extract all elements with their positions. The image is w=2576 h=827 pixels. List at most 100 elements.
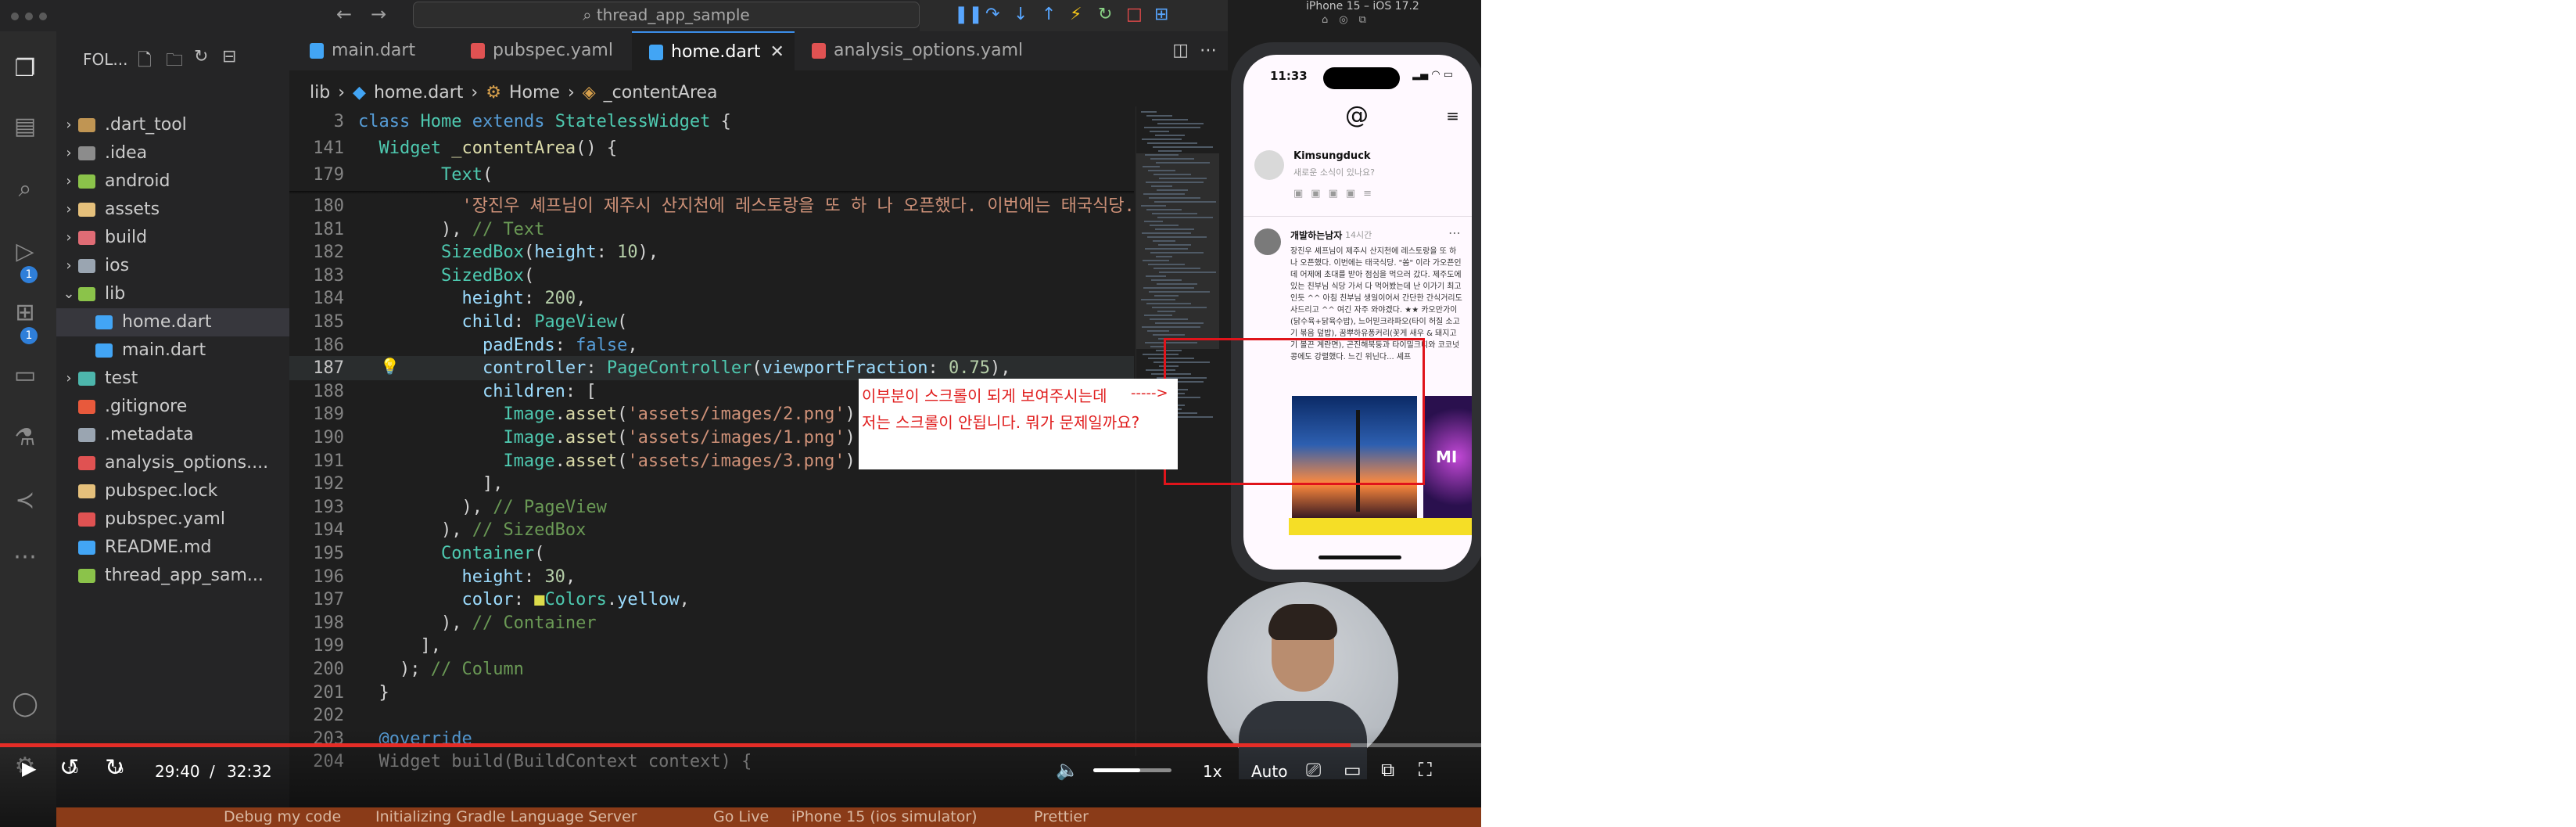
close-icon[interactable]: ✕ (770, 42, 784, 62)
chevron-right-icon[interactable]: › (61, 252, 77, 280)
pause-icon[interactable]: ❚❚ (954, 5, 983, 24)
code-line[interactable]: 192 ], (289, 472, 1134, 496)
chevron-right-icon[interactable]: › (61, 139, 77, 167)
theater-mode-icon[interactable]: ▭ (1344, 759, 1362, 781)
tree-file[interactable]: thread_app_sam... (56, 562, 289, 590)
menu-icon[interactable]: ≡ (1446, 106, 1459, 125)
new-folder-icon[interactable]: 🗀 (166, 47, 183, 77)
run-debug-icon[interactable]: ▷ (8, 235, 42, 269)
play-icon[interactable]: ▶ (22, 757, 36, 779)
code-line[interactable]: 197 color: ■Colors.yellow, (289, 588, 1134, 612)
tree-folder[interactable]: › .dart_tool (56, 111, 289, 139)
tree-folder[interactable]: › assets (56, 196, 289, 224)
simulator-toolbar-icons[interactable]: ⌂◎⧉ (1322, 14, 1377, 26)
command-center-search[interactable]: ⌕ thread_app_sample (413, 2, 920, 28)
fullscreen-icon[interactable]: ⛶ (1419, 759, 1432, 781)
tree-folder[interactable]: › android (56, 167, 289, 196)
window-minimize-button[interactable] (25, 13, 33, 20)
code-line[interactable]: 182 SizedBox(height: 10), (289, 240, 1134, 264)
breadcrumb-item[interactable]: Home (509, 83, 560, 102)
search-icon[interactable]: ⌕ (8, 172, 42, 207)
tree-folder[interactable]: › test (56, 365, 289, 393)
editor-tab[interactable]: home.dart ✕ (632, 31, 795, 72)
chevron-right-icon[interactable]: › (61, 365, 77, 393)
volume-icon[interactable]: 🔈 (1056, 759, 1079, 781)
chevron-right-icon[interactable]: › (61, 111, 77, 139)
code-line[interactable]: 180 '장진우 셰프님이 제주시 산지천에 레스토랑을 또 하 나 오픈했다.… (289, 194, 1207, 218)
code-line[interactable]: 200 ); // Column (289, 657, 1134, 681)
code-line[interactable]: 184 height: 200, (289, 286, 1134, 311)
arrow-right-icon[interactable]: → (371, 3, 386, 25)
code-line[interactable]: 195 Container( (289, 541, 1134, 566)
playback-speed[interactable]: 1x (1203, 762, 1222, 781)
refresh-icon[interactable]: ↻ (194, 47, 208, 67)
phone-screen[interactable]: 11:33 ▂▄ ◠ ▭ @ ≡ Kimsungduck 새로운 소식이 있나요… (1243, 55, 1472, 570)
attachment-icons[interactable]: ▣▣▣▣≡ (1293, 188, 1379, 200)
arrow-left-icon[interactable]: ← (336, 3, 352, 25)
code-line[interactable]: 185 child: PageView( (289, 310, 1134, 334)
code-line[interactable]: 198 ), // Container (289, 611, 1134, 635)
code-line[interactable]: 196 height: 30, (289, 565, 1134, 589)
explorer-icon[interactable]: ❐ (8, 52, 42, 86)
tree-folder[interactable]: › build (56, 224, 289, 252)
tree-file[interactable]: README.md (56, 534, 289, 562)
extensions-icon[interactable]: ⊞ (8, 296, 42, 330)
code-line[interactable]: 202 (289, 703, 1134, 728)
compose-hint[interactable]: 새로운 소식이 있나요? (1293, 166, 1375, 178)
tree-file[interactable]: pubspec.yaml (56, 505, 289, 534)
restart-icon[interactable]: ↻ (1098, 5, 1112, 24)
stop-icon[interactable]: □ (1126, 5, 1143, 24)
tree-file[interactable]: analysis_options.... (56, 449, 289, 477)
breadcrumb-item[interactable]: lib (310, 83, 330, 102)
editor-tab[interactable]: analysis_options.yaml (795, 31, 1029, 70)
code-line[interactable]: 187 controller: PageController(viewportF… (289, 356, 1134, 381)
editor-tab[interactable]: main.dart (292, 31, 454, 70)
breadcrumb-item[interactable]: home.dart (374, 83, 463, 102)
remote-explorer-icon[interactable]: ▭ (8, 358, 42, 393)
code-line[interactable]: 181 ), // Text (289, 218, 1134, 242)
code-line[interactable]: 186 padEnds: false, (289, 333, 1134, 358)
sticky-line[interactable]: 141 Widget _contentArea() { (289, 136, 1134, 161)
chevron-down-icon[interactable]: ⌄ (61, 280, 77, 308)
devtools-icon[interactable]: ⊞ (1154, 5, 1168, 24)
tree-file[interactable]: .gitignore (56, 393, 289, 421)
lightbulb-icon[interactable]: 💡 (380, 357, 400, 376)
tree-file[interactable]: main.dart (56, 336, 289, 365)
code-line[interactable]: 183 SizedBox( (289, 264, 1134, 288)
sticky-line[interactable]: 3 class Home extends StatelessWidget { (289, 110, 1134, 135)
tree-folder[interactable]: › .idea (56, 139, 289, 167)
tree-file[interactable]: home.dart (56, 308, 289, 336)
outline-icon[interactable]: ▤ (8, 110, 42, 144)
window-zoom-button[interactable] (39, 13, 47, 20)
code-line[interactable]: 199 ], (289, 634, 1134, 658)
editor-tab[interactable]: pubspec.yaml (454, 31, 632, 70)
hot-reload-icon[interactable]: ⚡ (1070, 5, 1082, 24)
chevron-right-icon[interactable]: › (61, 167, 77, 196)
captions-icon[interactable]: ⎚ (1306, 759, 1321, 781)
collapse-all-icon[interactable]: ⊟ (222, 47, 236, 67)
chevron-right-icon[interactable]: › (61, 196, 77, 224)
tree-file[interactable]: pubspec.lock (56, 477, 289, 505)
code-line[interactable]: 194 ), // SizedBox (289, 518, 1134, 542)
new-file-icon[interactable]: 🗋 (138, 47, 152, 77)
tree-folder[interactable]: › ios (56, 252, 289, 280)
code-line[interactable]: 201 } (289, 681, 1134, 705)
step-out-icon[interactable]: ↑ (1042, 5, 1056, 24)
chevron-right-icon[interactable]: › (61, 224, 77, 252)
split-editor-icon[interactable]: ◫ ⋯ (1172, 41, 1217, 60)
window-close-button[interactable] (11, 13, 19, 20)
step-over-icon[interactable]: ↷ (985, 5, 999, 24)
more-icon[interactable]: ⋯ (1448, 225, 1461, 240)
step-into-icon[interactable]: ↓ (1014, 5, 1028, 24)
flutter-icon[interactable]: ≺ (8, 484, 42, 518)
account-icon[interactable]: ◯ (8, 687, 42, 721)
tree-folder[interactable]: ⌄ lib (56, 280, 289, 308)
picture-in-picture-icon[interactable]: ⧉ (1381, 759, 1394, 781)
testing-icon[interactable]: ⚗ (8, 421, 42, 455)
sticky-line[interactable]: 179 Text( (289, 163, 1134, 188)
code-line[interactable]: 193 ), // PageView (289, 495, 1134, 520)
breadcrumb-item[interactable]: _contentArea (604, 83, 718, 102)
quality[interactable]: Auto (1251, 762, 1287, 781)
tree-file[interactable]: .metadata (56, 421, 289, 449)
more-icon[interactable]: ⋯ (8, 540, 42, 574)
